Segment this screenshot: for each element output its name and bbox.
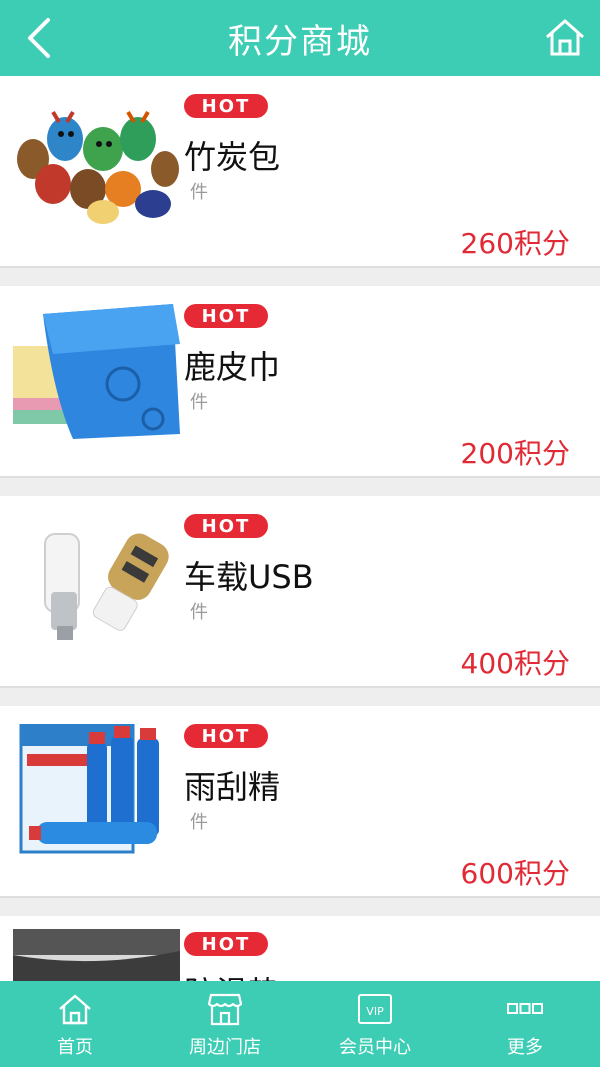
hot-badge: HOT xyxy=(184,932,268,956)
product-list[interactable]: HOT 竹炭包 件 260积分 HOT 鹿皮巾 件 200积分 HOT 车载US… xyxy=(0,76,600,981)
tab-nearby-stores[interactable]: 周边门店 xyxy=(150,981,300,1067)
wiper-fluid-image xyxy=(13,724,180,864)
product-name: 车载USB xyxy=(184,558,314,596)
product-image xyxy=(13,724,180,864)
tab-label: 首页 xyxy=(57,1037,93,1058)
page-title: 积分商城 xyxy=(228,21,372,62)
hot-badge: HOT xyxy=(184,724,268,748)
product-card[interactable]: HOT 竹炭包 件 260积分 xyxy=(0,76,600,268)
home-button[interactable] xyxy=(544,16,586,58)
hot-badge: HOT xyxy=(184,514,268,538)
product-card[interactable]: HOT 车载USB 件 400积分 xyxy=(0,496,600,688)
product-unit: 件 xyxy=(190,602,208,623)
more-icon xyxy=(507,1003,543,1014)
product-image xyxy=(13,94,180,234)
home-icon xyxy=(59,994,91,1025)
home-icon xyxy=(546,19,584,56)
product-price: 400积分 xyxy=(460,647,570,680)
back-button[interactable] xyxy=(18,14,58,62)
product-price: 260积分 xyxy=(460,227,570,260)
svg-text:VIP: VIP xyxy=(366,1005,384,1018)
tab-home[interactable]: 首页 xyxy=(0,981,150,1067)
product-unit: 件 xyxy=(190,812,208,833)
vip-card-icon: VIP xyxy=(358,994,392,1024)
car-dashboard-image xyxy=(13,929,180,981)
product-image xyxy=(13,304,180,444)
towels-image xyxy=(13,304,180,444)
tab-label: 周边门店 xyxy=(189,1037,261,1058)
product-card[interactable]: HOT 防滑垫 xyxy=(0,916,600,981)
product-card[interactable]: HOT 鹿皮巾 件 200积分 xyxy=(0,286,600,478)
hot-badge: HOT xyxy=(184,304,268,328)
product-unit: 件 xyxy=(190,182,208,203)
store-icon xyxy=(207,993,243,1026)
top-navigation-bar: 积分商城 xyxy=(0,0,600,76)
product-name: 防滑垫 xyxy=(184,968,280,981)
product-image xyxy=(13,929,180,981)
bottom-tab-bar: 首页 周边门店 VIP 会员中心 更多 xyxy=(0,981,600,1067)
usb-charger-image xyxy=(13,514,180,654)
plush-toys-image xyxy=(13,94,180,234)
product-unit: 件 xyxy=(190,392,208,413)
hot-badge: HOT xyxy=(184,94,268,118)
product-price: 600积分 xyxy=(460,857,570,890)
tab-more[interactable]: 更多 xyxy=(450,981,600,1067)
product-name: 竹炭包 xyxy=(184,138,281,176)
tab-label: 更多 xyxy=(507,1037,543,1058)
tab-label: 会员中心 xyxy=(339,1037,411,1058)
tab-member-center[interactable]: VIP 会员中心 xyxy=(300,981,450,1067)
product-image xyxy=(13,514,180,654)
product-name: 鹿皮巾 xyxy=(184,348,281,386)
product-card[interactable]: HOT 雨刮精 件 600积分 xyxy=(0,706,600,898)
product-name: 雨刮精 xyxy=(184,768,281,806)
product-price: 200积分 xyxy=(460,437,570,470)
chevron-left-icon xyxy=(28,18,50,58)
